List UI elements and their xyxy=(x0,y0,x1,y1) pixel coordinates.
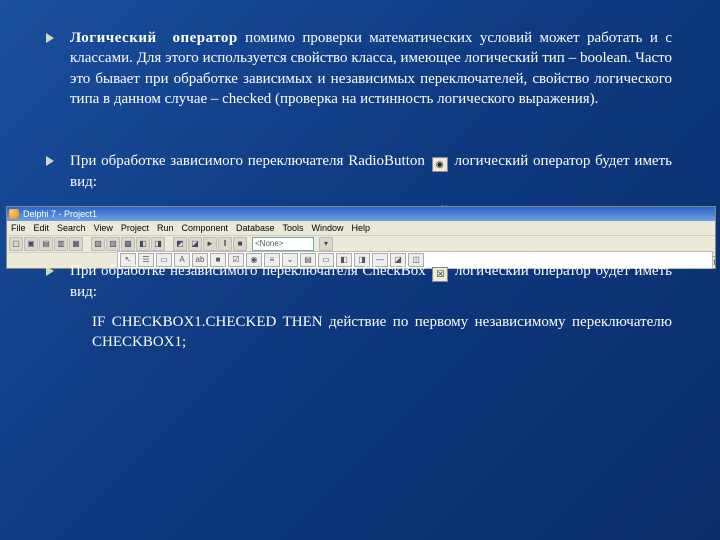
toolbar-icon[interactable]: ► xyxy=(203,237,217,251)
radiobutton-icon: ◉ xyxy=(432,157,448,172)
menu-run[interactable]: Run xyxy=(157,221,174,235)
menu-edit[interactable]: Edit xyxy=(34,221,50,235)
para3-a: При обработке независимого переключателя… xyxy=(70,263,430,279)
toolbar-icon[interactable]: ▢ xyxy=(9,237,23,251)
bold-term: Логический оператор xyxy=(70,30,238,46)
ide-menubar: File Edit Search View Project Run Component Dat… xyxy=(7,221,715,236)
para2-a: При обработке зависимого переключателя R… xyxy=(70,153,430,169)
code-line-2: IF CHECKBOX1.CHECKED THEN действие по пе… xyxy=(92,312,672,353)
menu-tools[interactable]: Tools xyxy=(283,221,304,235)
toolbar-icon[interactable]: ◪ xyxy=(188,237,202,251)
toolbar-icon[interactable]: ◧ xyxy=(136,237,150,251)
toolbar-icon[interactable]: ▥ xyxy=(54,237,68,251)
menu-project[interactable]: Project xyxy=(121,221,149,235)
paragraph-1: Логический оператор помимо проверки мате… xyxy=(70,28,672,109)
ide-titlebar: Delphi 7 - Project1 xyxy=(7,207,715,221)
toolbar-icon[interactable]: ▣ xyxy=(24,237,38,251)
toolbar-icon[interactable]: ◨ xyxy=(151,237,165,251)
toolbar-icon[interactable]: ◩ xyxy=(173,237,187,251)
menu-file[interactable]: File xyxy=(11,221,26,235)
menu-view[interactable]: View xyxy=(94,221,113,235)
toolbar-icon[interactable]: ▩ xyxy=(121,237,135,251)
menu-help[interactable]: Help xyxy=(352,221,371,235)
toolbar-icon[interactable]: ‖ xyxy=(218,237,232,251)
menu-search[interactable]: Search xyxy=(57,221,86,235)
delphi-ide-screenshot: Delphi 7 - Project1 File Edit Search View Pr… xyxy=(6,206,716,269)
menu-database[interactable]: Database xyxy=(236,221,275,235)
paragraph-2: При обработке зависимого переключателя R… xyxy=(70,151,672,192)
toolbar-combo[interactable]: <None> xyxy=(252,237,314,251)
menu-window[interactable]: Window xyxy=(312,221,344,235)
menu-component[interactable]: Component xyxy=(181,221,228,235)
toolbar-icon[interactable]: ▨ xyxy=(106,237,120,251)
toolbar-icon[interactable]: ▧ xyxy=(91,237,105,251)
paragraph-3: При обработке независимого переключателя… xyxy=(70,261,672,302)
checkbox-icon: ☒ xyxy=(432,267,448,282)
toolbar-icon[interactable]: ▦ xyxy=(69,237,83,251)
toolbar-icon[interactable]: ■ xyxy=(233,237,247,251)
toolbar-icon[interactable]: ▤ xyxy=(39,237,53,251)
combo-dropdown-icon[interactable]: ▾ xyxy=(319,237,333,251)
